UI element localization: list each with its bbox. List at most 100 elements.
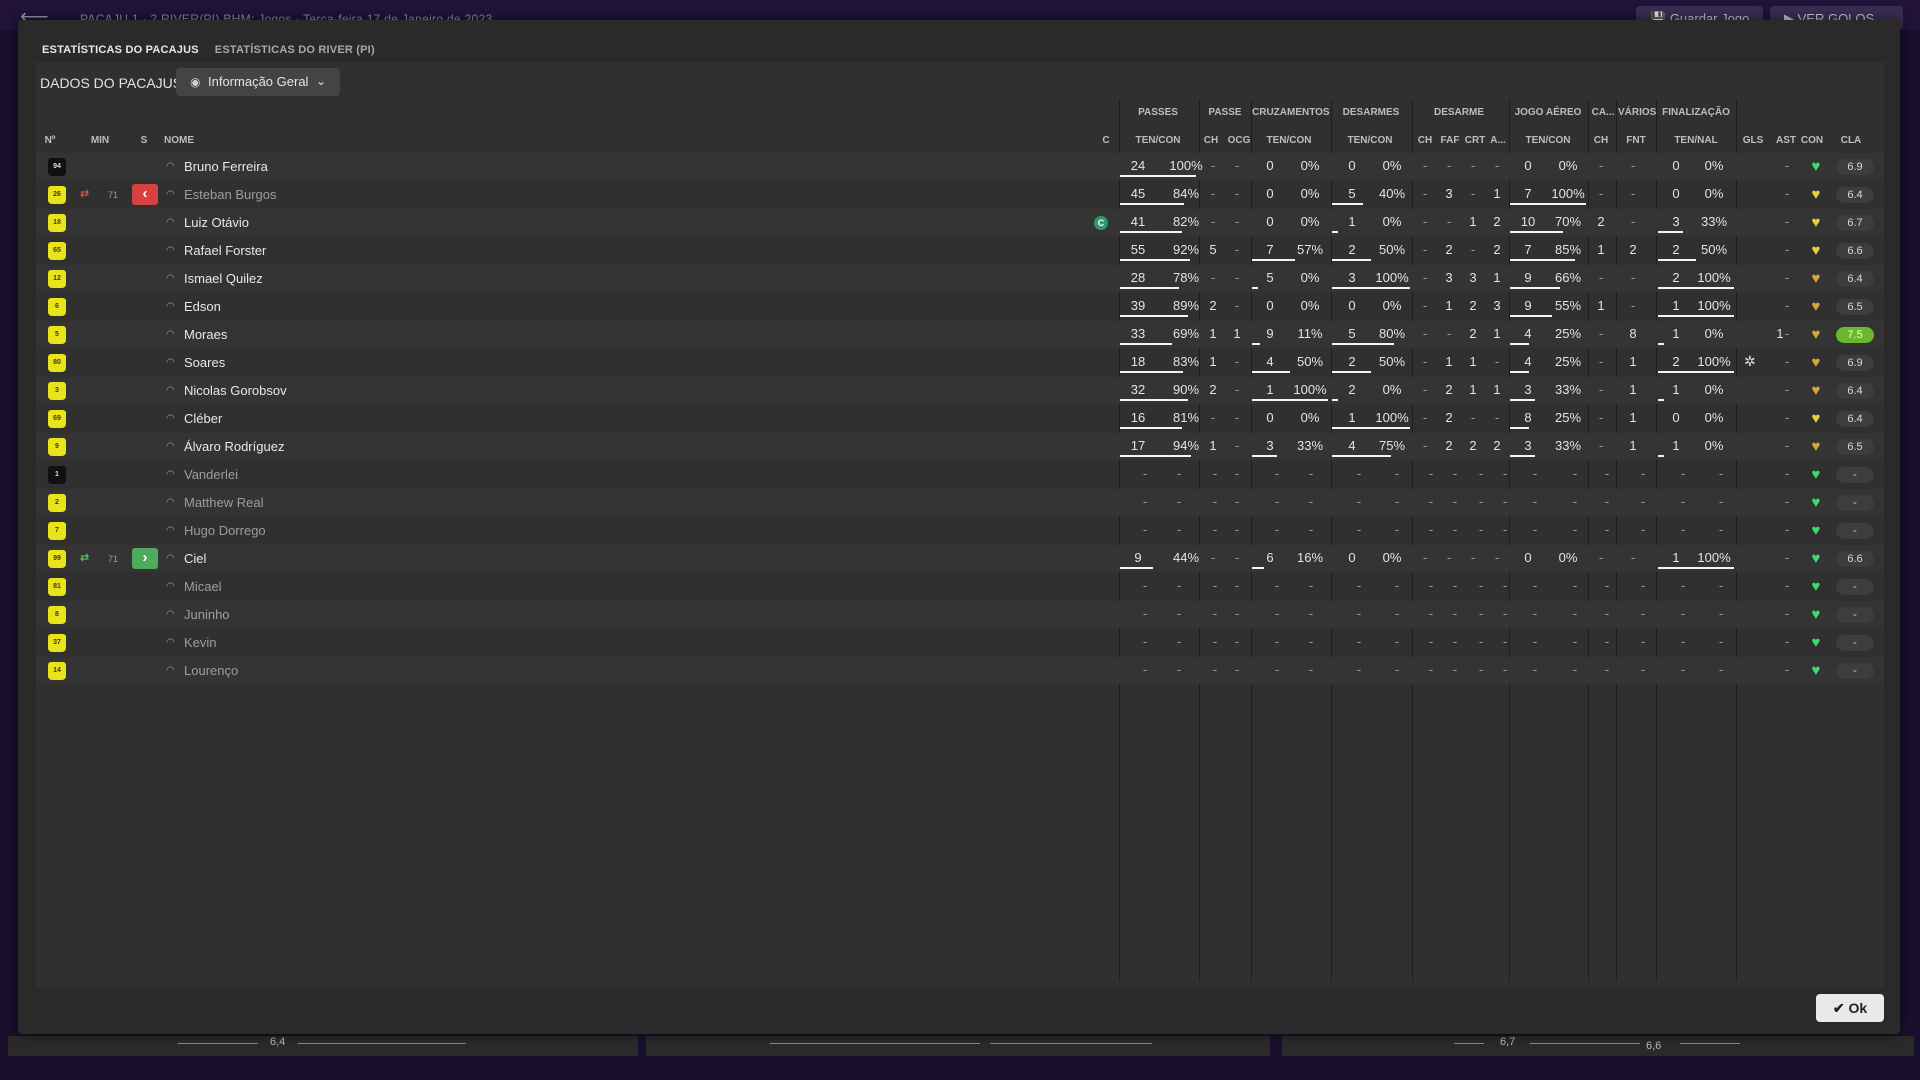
column-header-a[interactable]: A... <box>1488 135 1508 146</box>
table-row[interactable]: 69 ◠ Cléber 16 81% - -0 0% 1 100% -2- -8 25% -1 0 0% - ♥ 6… <box>36 405 1884 432</box>
column-header-ocg[interactable]: OCG <box>1226 135 1252 146</box>
table-row[interactable]: 99 ⇄ 71 › ◠ Ciel 9 44% - -6 16% 0 0% - - - -0 0% - -1 100% - ♥… <box>36 545 1884 572</box>
condition-heart-icon: ♥ <box>1811 466 1821 483</box>
column-header-gls[interactable]: GLS <box>1742 135 1764 146</box>
column-header-con[interactable]: CON <box>1798 135 1826 146</box>
passes-pct: 100% <box>1169 158 1203 173</box>
empty-stat: - <box>1680 522 1686 537</box>
player-name[interactable]: Matthew Real <box>184 495 263 510</box>
passes-bar <box>1120 315 1188 317</box>
condition-heart-icon: ♥ <box>1811 606 1821 623</box>
tab-home-stats[interactable]: ESTATÍSTICAS DO PACAJUS <box>40 41 201 61</box>
passes-pct: 90% <box>1172 382 1200 397</box>
player-rating: 6.9 <box>1836 159 1874 175</box>
table-row[interactable]: 37 ◠ Kevin - - - - - - - - - - - - - - - - - - - ♥ - <box>36 629 1884 656</box>
ok-label: Ok <box>1848 1000 1868 1016</box>
player-name[interactable]: Soares <box>184 355 225 370</box>
column-header-c[interactable]: C <box>1100 135 1112 146</box>
player-name[interactable]: Rafael Forster <box>184 243 266 258</box>
view-dropdown-value: Informação Geral <box>208 74 309 89</box>
empty-stat: - <box>1274 522 1280 537</box>
player-name[interactable]: Ciel <box>184 551 206 566</box>
table-row[interactable]: 8 ◠ Juninho - - - - - - - - - - - - - - - - - - - ♥ - <box>36 601 1884 628</box>
empty-stat: - <box>1356 494 1362 509</box>
player-name[interactable]: Esteban Burgos <box>184 187 277 202</box>
player-name[interactable]: Micael <box>184 579 222 594</box>
tackles-bar <box>1332 399 1338 401</box>
table-row[interactable]: 2 ◠ Matthew Real - - - - - - - - - - - - - - - - - - - ♥ - <box>36 489 1884 516</box>
shirt-number-icon: 3 <box>48 382 66 400</box>
column-header-s[interactable]: S <box>136 135 152 146</box>
table-row[interactable]: 7 ◠ Hugo Dorrego - - - - - - - - - - - - - - - - - - - ♥ - <box>36 517 1884 544</box>
ca-ch: - <box>1598 326 1604 341</box>
assists: - <box>1784 578 1790 593</box>
player-name[interactable]: Álvaro Rodríguez <box>184 439 284 454</box>
player-name[interactable]: Ismael Quilez <box>184 271 263 286</box>
crosses-pct: 0% <box>1300 214 1320 229</box>
player-name[interactable]: Juninho <box>184 607 230 622</box>
fnt: - <box>1630 270 1636 285</box>
column-header-min[interactable]: MIN <box>86 135 114 146</box>
table-row[interactable]: 12 ◠ Ismael Quilez 28 78% - -5 0% 3 100% -3 3 1 9 66% -… <box>36 265 1884 292</box>
column-header-crosses[interactable]: TEN/CON <box>1260 135 1318 146</box>
passes-attempts: 33 <box>1130 326 1146 341</box>
shirt-number-icon: 6 <box>48 298 66 316</box>
table-row[interactable]: 65 ◠ Rafael Forster 55 92% 5 - 7 57% 2 50% - 2 - 2 7 85%… <box>36 237 1884 264</box>
table-row[interactable]: 5 ◠ Moraes 33 69% 1 1 9 11% 5 80% - -2 1 4 25% -8 1 0% 1- ♥ 7… <box>36 321 1884 348</box>
column-header-ch3[interactable]: CH <box>1592 135 1610 146</box>
player-name[interactable]: Bruno Ferreira <box>184 159 268 174</box>
column-header-passes[interactable]: TEN/CON <box>1130 135 1186 146</box>
player-name[interactable]: Lourenço <box>184 663 238 678</box>
tackle-a: 1 <box>1493 382 1501 397</box>
chances-created: - <box>1234 158 1240 173</box>
column-header-faf[interactable]: FAF <box>1438 135 1462 146</box>
subbed-on-badge: › <box>132 548 158 569</box>
column-group-label: JOGO AÉREO <box>1514 107 1582 118</box>
table-row[interactable]: 81 ◠ Micael - - - - - - - - - - - - - - - - - - - ♥ - <box>36 573 1884 600</box>
table-row[interactable]: 1 ◠ Vanderlei - - - - - - - - - - - - - - - - - - - ♥ - <box>36 461 1884 488</box>
column-header-crt[interactable]: CRT <box>1464 135 1486 146</box>
column-header-aerial[interactable]: TEN/CON <box>1520 135 1576 146</box>
aerial-pct: 66% <box>1554 270 1582 285</box>
table-row[interactable]: 26 ⇄ 71 ‹ ◠ Esteban Burgos 45 84% - -0 0% 5 40% -3-1 7… <box>36 181 1884 208</box>
column-header-cla[interactable]: CLA <box>1836 135 1866 146</box>
table-row[interactable]: 14 ◠ Lourenço - - - - - - - - - - - - - - - - - - - ♥ - <box>36 657 1884 684</box>
column-header-ast[interactable]: AST <box>1774 135 1798 146</box>
player-name[interactable]: Cléber <box>184 411 222 426</box>
assists: - <box>1784 410 1790 425</box>
player-name[interactable]: Nicolas Gorobsov <box>184 383 287 398</box>
table-row[interactable]: 6 ◠ Edson 39 89% 2-0 0% 0 0% -1 2 3 9 55% 1-1 100% - ♥ 6.5 <box>36 293 1884 320</box>
table-row[interactable]: 3 ◠ Nicolas Gorobsov 32 90% 2 - 1 100% 2 0% - 2 1 1 3 33… <box>36 377 1884 404</box>
shirt-number-icon: 2 <box>48 494 66 512</box>
view-dropdown[interactable]: ◉ Informação Geral ⌄ <box>176 68 340 96</box>
passes-pct: 44% <box>1172 550 1200 565</box>
column-header-ch1[interactable]: CH <box>1202 135 1220 146</box>
empty-stat: - <box>1572 466 1578 481</box>
tackle-ch: - <box>1422 298 1428 313</box>
table-row[interactable]: 94 ◠ Bruno Ferreira 24 100% - -0 0% 0 0% - - - -0 0% - -… <box>36 153 1884 180</box>
empty-stat: - <box>1640 578 1646 593</box>
column-header-name[interactable]: NOME <box>164 135 204 146</box>
table-row[interactable]: 18 ◠ Luiz Otávio C 41 82% - -0 0% 1 0% - -1 2 10 70% 2-3… <box>36 209 1884 236</box>
table-row[interactable]: 80 ◠ Soares 18 83% 1 - 4 50% 2 50% - 1 1 - 4 25% - 1 2 100% -… <box>36 349 1884 376</box>
table-row[interactable]: 9 ◠ Álvaro Rodríguez 17 94% 1 - 3 33% 4 75% - 2 2 2 3 33… <box>36 433 1884 460</box>
column-header-ch2[interactable]: CH <box>1416 135 1434 146</box>
column-header-no[interactable]: Nº <box>38 135 62 146</box>
aerial-pct: 0% <box>1558 158 1578 173</box>
tab-away-stats[interactable]: ESTATÍSTICAS DO RIVER (PI) <box>213 41 377 61</box>
player-name[interactable]: Vanderlei <box>184 467 238 482</box>
crosses-pct: 0% <box>1300 270 1320 285</box>
player-name[interactable]: Moraes <box>184 327 227 342</box>
player-name[interactable]: Hugo Dorrego <box>184 523 266 538</box>
background-panel-mid <box>646 1036 1270 1056</box>
ok-button[interactable]: ✔ Ok <box>1816 994 1884 1022</box>
column-header-tackles[interactable]: TEN/CON <box>1342 135 1398 146</box>
player-name[interactable]: Luiz Otávio <box>184 215 249 230</box>
empty-stat: - <box>1718 606 1724 621</box>
player-name[interactable]: Kevin <box>184 635 217 650</box>
empty-stat: - <box>1142 494 1148 509</box>
person-icon: ◠ <box>166 189 175 200</box>
player-name[interactable]: Edson <box>184 299 221 314</box>
column-header-fnt[interactable]: FNT <box>1622 135 1650 146</box>
column-header-shots[interactable]: TEN/NAL <box>1668 135 1724 146</box>
